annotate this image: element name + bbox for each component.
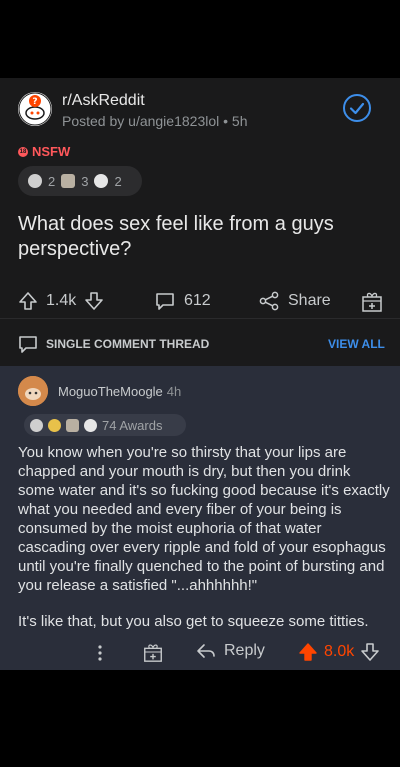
award-count: 2 (48, 173, 56, 189)
nsfw-badge: 18 NSFW (18, 144, 70, 159)
gold-award-icon (48, 418, 61, 432)
comment-actions: Reply 8.0k (0, 640, 400, 666)
share-label: Share (288, 292, 331, 309)
wholesome-award-icon (61, 174, 76, 188)
comment-icon (154, 290, 176, 312)
thread-label-text: SINGLE COMMENT THREAD (46, 337, 210, 351)
give-award-button[interactable] (360, 288, 384, 314)
post-vote-count: 1.4k (46, 292, 77, 309)
post-actions: 1.4k 612 Share (18, 288, 388, 314)
bottom-blank-area (0, 670, 400, 767)
comment-count: 612 (184, 292, 211, 309)
silver-award-icon (28, 174, 42, 188)
more-options-icon[interactable] (92, 643, 108, 663)
nsfw-label: NSFW (32, 144, 71, 159)
post-awards[interactable]: 2 3 2 (18, 166, 142, 196)
comment-body: You know when you're so thirsty that you… (18, 443, 390, 648)
view-all-link[interactable]: VIEW ALL (328, 337, 385, 351)
wholesome-award-icon (66, 418, 79, 432)
share-button[interactable]: Share (258, 288, 331, 314)
joined-check-icon[interactable] (343, 94, 371, 122)
commenter-avatar[interactable] (18, 376, 48, 406)
comment-paragraph: You know when you're so thirsty that you… (18, 444, 390, 594)
upvote-active-icon[interactable] (298, 642, 318, 662)
subreddit-avatar[interactable]: ? (18, 92, 52, 126)
nsfw-icon: 18 (18, 146, 28, 157)
share-icon (258, 290, 280, 312)
chat-bubble-icon (18, 334, 38, 354)
subreddit-name[interactable]: r/AskReddit (62, 92, 145, 110)
comment-paragraph: It's like that, but you also get to sque… (18, 613, 369, 630)
comment-vote-group: 8.0k (298, 642, 380, 662)
snoo-question-icon: ? (18, 92, 52, 126)
comment-awards-label: 74 Awards (102, 417, 163, 433)
snoo-avatar-icon (18, 376, 48, 406)
face-award-icon (94, 174, 109, 188)
reply-label: Reply (224, 642, 265, 659)
post-vote-group: 1.4k (18, 288, 104, 314)
comment-vote-count: 8.0k (324, 643, 355, 660)
silver-award-icon (30, 418, 43, 432)
award-count: 2 (114, 173, 122, 189)
status-bar-area (0, 0, 400, 78)
award-count: 3 (81, 173, 89, 189)
single-thread-label: SINGLE COMMENT THREAD (18, 334, 209, 354)
comments-button[interactable]: 612 (154, 288, 211, 314)
reply-button[interactable]: Reply (196, 642, 265, 660)
svg-text:?: ? (32, 97, 37, 107)
reply-arrow-icon (196, 642, 216, 660)
comment-time: 4h (166, 384, 182, 399)
gift-award-icon (360, 289, 384, 313)
comment-author-line: MoguoTheMoogle 4h (58, 384, 181, 399)
downvote-icon[interactable] (360, 642, 380, 662)
upvote-icon[interactable] (18, 291, 38, 311)
face-award-icon (84, 418, 97, 432)
posted-by-line[interactable]: Posted by u/angie1823lol • 5h (62, 113, 248, 129)
comment-awards[interactable]: 74 Awards (24, 414, 186, 436)
gift-award-icon[interactable] (142, 641, 164, 663)
post-title[interactable]: What does sex feel like from a guys pers… (18, 212, 378, 262)
comment-username[interactable]: MoguoTheMoogle (58, 384, 163, 399)
downvote-icon[interactable] (84, 291, 104, 311)
